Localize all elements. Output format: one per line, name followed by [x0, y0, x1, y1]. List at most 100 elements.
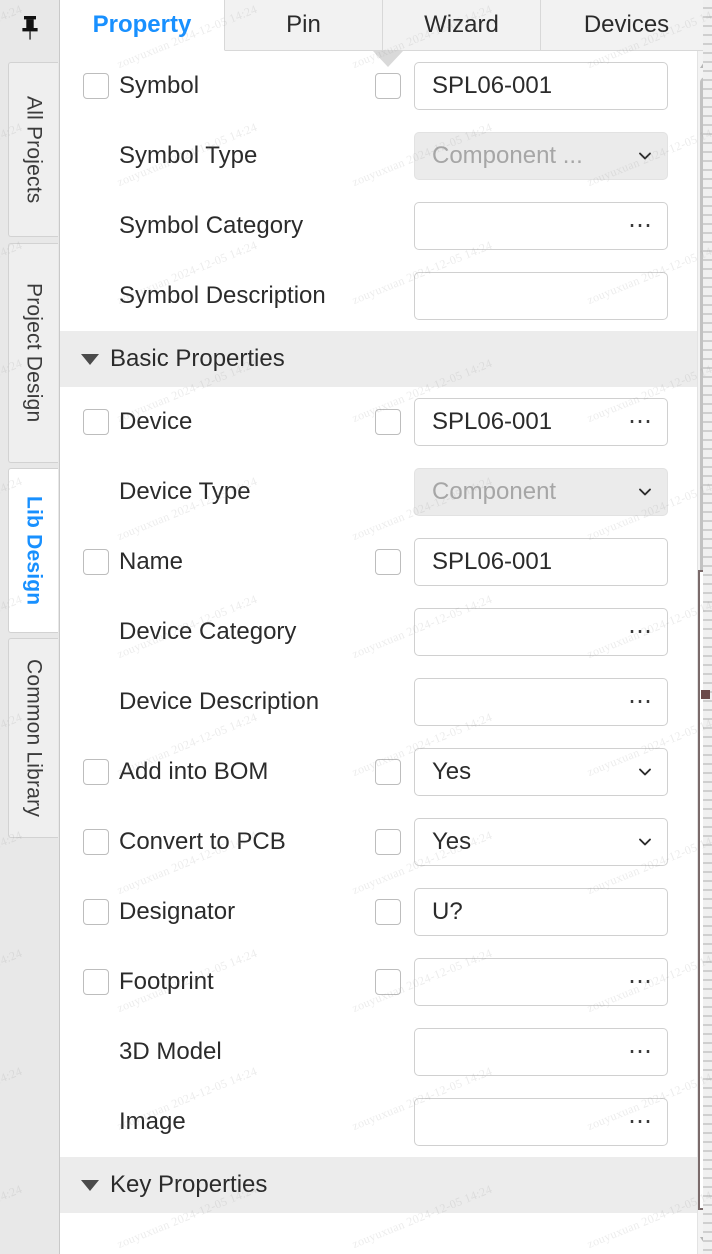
property-row-designator: Designator U? — [60, 877, 697, 947]
property-label: Convert to PCB — [119, 828, 286, 855]
property-label: Device Category — [119, 618, 297, 645]
left-tab-rail: All Projects Project Design Lib Design C… — [0, 0, 60, 1254]
property-label: Name — [119, 548, 184, 575]
tab-devices[interactable]: Devices — [541, 0, 712, 51]
property-row-footprint: Footprint ⋯ — [60, 947, 697, 1017]
row-enable-checkbox-convert-to-pcb[interactable] — [83, 829, 109, 855]
chevron-down-icon — [81, 1179, 99, 1191]
more-options-icon[interactable]: ⋯ — [628, 410, 653, 434]
property-row-3d-model: 3D Model ⋯ — [60, 1017, 697, 1087]
row-enable-checkbox-name[interactable] — [83, 549, 109, 575]
pin-panel-button[interactable] — [0, 0, 59, 55]
more-options-icon[interactable]: ⋯ — [628, 1040, 653, 1064]
input-symbol-description[interactable] — [414, 272, 668, 320]
tab-wizard[interactable]: Wizard — [383, 0, 541, 51]
property-row-device-type: Device Type Component — [60, 457, 697, 527]
tab-property[interactable]: Property — [60, 0, 225, 51]
property-label: Add into BOM — [119, 758, 269, 785]
property-row-add-into-bom: Add into BOM Yes — [60, 737, 697, 807]
chevron-down-icon — [81, 353, 99, 365]
property-label: Device Description — [119, 688, 320, 715]
dropdown-symbol-type: Component ... — [414, 132, 668, 180]
input-device-category[interactable]: ⋯ — [414, 608, 668, 656]
section-header-key-properties[interactable]: Key Properties — [60, 1157, 697, 1213]
row-value-checkbox-convert-to-pcb[interactable] — [375, 829, 401, 855]
input-device-description[interactable]: ⋯ — [414, 678, 668, 726]
property-label: Symbol Category — [119, 212, 304, 239]
property-form: Symbol SPL06-001 Symbol Type Component ... S… — [60, 51, 697, 1254]
panel-tab-strip: Property Pin Wizard Devices — [60, 0, 712, 51]
pushpin-icon — [21, 15, 38, 40]
input-designator[interactable]: U? — [414, 888, 668, 936]
tab-label: Wizard — [424, 11, 499, 38]
property-label: Footprint — [119, 968, 214, 995]
section-title: Key Properties — [110, 1171, 268, 1198]
property-label: Image — [119, 1108, 186, 1135]
property-row-device: Device SPL06-001 ⋯ — [60, 387, 697, 457]
property-row-name: Name SPL06-001 — [60, 527, 697, 597]
property-row-device-category: Device Category ⋯ — [60, 597, 697, 667]
more-options-icon[interactable]: ⋯ — [628, 1110, 653, 1134]
sidebar-item-project-design[interactable]: Project Design — [8, 243, 58, 463]
property-label: Device — [119, 408, 193, 435]
row-enable-checkbox-footprint[interactable] — [83, 969, 109, 995]
dropdown-device-type: Component — [414, 468, 668, 516]
row-enable-checkbox-symbol[interactable] — [83, 73, 109, 99]
input-footprint[interactable]: ⋯ — [414, 958, 668, 1006]
section-title: Basic Properties — [110, 345, 285, 372]
property-row-symbol-description: Symbol Description — [60, 261, 697, 331]
control-value: Component — [432, 478, 557, 505]
more-options-icon[interactable]: ⋯ — [628, 690, 653, 714]
row-value-checkbox-footprint[interactable] — [375, 969, 401, 995]
tab-label: Devices — [583, 11, 670, 38]
sidebar-item-label: All Projects — [22, 95, 46, 204]
chevron-down-icon — [639, 488, 651, 496]
more-options-icon[interactable]: ⋯ — [628, 620, 653, 644]
control-value: Yes — [432, 828, 472, 855]
dropdown-add-into-bom[interactable]: Yes — [414, 748, 668, 796]
row-enable-checkbox-add-into-bom[interactable] — [83, 759, 109, 785]
canvas-selection-handle[interactable] — [701, 690, 710, 699]
dropdown-convert-to-pcb[interactable]: Yes — [414, 818, 668, 866]
row-value-checkbox-symbol[interactable] — [375, 73, 401, 99]
canvas-ruler — [703, 0, 712, 1254]
control-value: U? — [432, 898, 463, 925]
property-label: Symbol Type — [119, 142, 258, 169]
row-value-checkbox-add-into-bom[interactable] — [375, 759, 401, 785]
sidebar-item-label: Project Design — [22, 283, 46, 423]
property-row-image: Image ⋯ — [60, 1087, 697, 1157]
tab-label: Pin — [286, 11, 321, 38]
input-symbol[interactable]: SPL06-001 — [414, 62, 668, 110]
row-enable-checkbox-designator[interactable] — [83, 899, 109, 925]
tab-pointer-marker — [373, 51, 403, 67]
more-options-icon[interactable]: ⋯ — [628, 214, 653, 238]
property-label: 3D Model — [119, 1038, 222, 1065]
input-image[interactable]: ⋯ — [414, 1098, 668, 1146]
property-label: Device Type — [119, 478, 251, 505]
control-value: Component ... — [432, 142, 583, 169]
property-label: Symbol — [119, 72, 200, 99]
row-enable-checkbox-device[interactable] — [83, 409, 109, 435]
property-label: Designator — [119, 898, 236, 925]
tab-pin[interactable]: Pin — [225, 0, 383, 51]
input-3d-model[interactable]: ⋯ — [414, 1028, 668, 1076]
lib-design-property-panel: All Projects Project Design Lib Design C… — [0, 0, 712, 1254]
row-value-checkbox-device[interactable] — [375, 409, 401, 435]
more-options-icon[interactable]: ⋯ — [628, 970, 653, 994]
tab-label: Property — [92, 11, 192, 38]
row-value-checkbox-designator[interactable] — [375, 899, 401, 925]
section-header-basic-properties[interactable]: Basic Properties — [60, 331, 697, 387]
chevron-down-icon — [639, 768, 651, 776]
sidebar-item-all-projects[interactable]: All Projects — [8, 62, 58, 237]
chevron-down-icon — [639, 152, 651, 160]
row-value-checkbox-name[interactable] — [375, 549, 401, 575]
sidebar-item-lib-design[interactable]: Lib Design — [8, 468, 58, 633]
property-row-device-description: Device Description ⋯ — [60, 667, 697, 737]
input-device[interactable]: SPL06-001 ⋯ — [414, 398, 668, 446]
sidebar-item-common-library[interactable]: Common Library — [8, 638, 58, 838]
property-row-symbol-category: Symbol Category ⋯ — [60, 191, 697, 261]
control-value: Yes — [432, 758, 472, 785]
input-symbol-category[interactable]: ⋯ — [414, 202, 668, 250]
input-name[interactable]: SPL06-001 — [414, 538, 668, 586]
property-label: Symbol Description — [119, 282, 326, 309]
